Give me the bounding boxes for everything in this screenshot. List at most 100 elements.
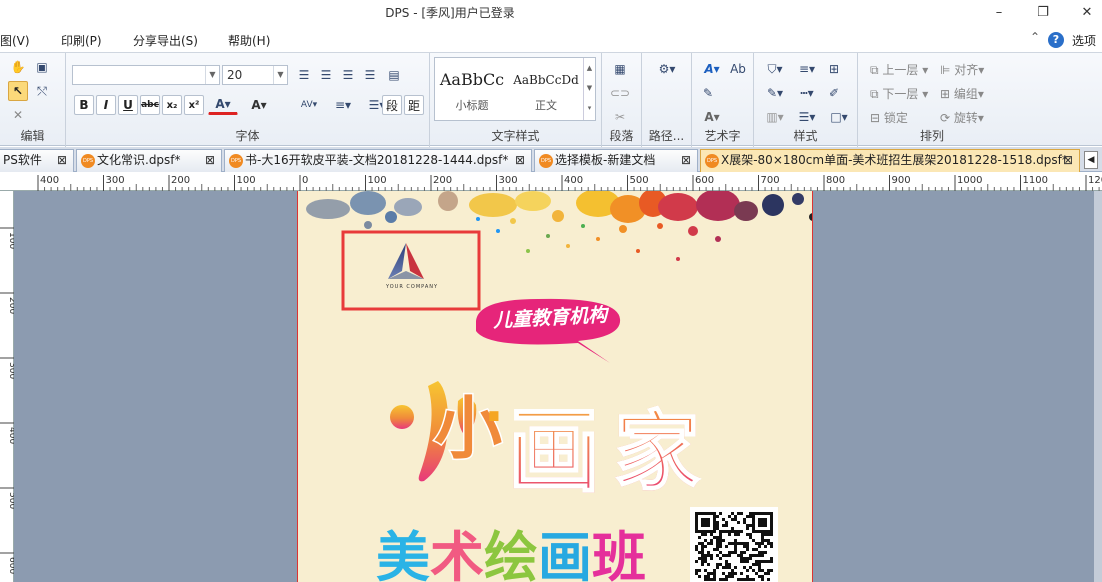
subscript-button[interactable]: x₂ [162,95,182,115]
tab-culture[interactable]: DPS 文化常识.dpsf* ⊠ [76,149,222,172]
hand-tool-icon[interactable]: ✋ [8,57,28,77]
stroke-icon[interactable]: ✎▾ [760,83,790,103]
menu-help[interactable]: 帮助(H) [228,32,270,49]
font-color-icon[interactable]: A▾ [208,95,238,115]
spacing-box-icon[interactable]: 距 [404,95,424,115]
pick-icon[interactable]: ✐ [824,83,844,103]
rotate-button[interactable]: ⟳ 旋转▾ [940,109,984,126]
group-edit: ✋ ▣ ↖ ⤲ ✕ 编辑 [0,53,66,147]
restore-button[interactable]: ❐ [1032,3,1054,23]
format-icon[interactable]: ⊞ [824,59,844,79]
qr-module [731,530,734,533]
tab-display-rack[interactable]: DPS X展架-80×180cm单面-美术班招生展架20181228-1518.d… [700,149,1080,172]
style-item-subtitle[interactable]: AaBbCc 小标题 [435,58,509,120]
unlink-icon[interactable]: ✂ [610,107,630,127]
options-menu[interactable]: 选项 [1072,32,1096,49]
art-text-icon[interactable]: A▾ [698,59,726,79]
image-tool-icon[interactable]: ▣ [32,57,52,77]
tab-close-icon[interactable]: ⊠ [1063,150,1073,171]
node-tool-icon[interactable]: ⤲ [32,81,52,101]
paragraph-icon[interactable]: ▦ [610,59,630,79]
tab-scroll-left-icon[interactable]: ◀ [1084,151,1098,169]
select-tool-icon[interactable]: ↖ [8,81,28,101]
qr-module [713,569,716,572]
qr-module [764,572,767,575]
align-center-icon[interactable]: ☰ [316,65,336,85]
horizontal-ruler[interactable]: 400 300 200 100 0 100 200 300 400 500 600 700 800 900… [0,173,1102,191]
line-style-icon[interactable]: ≡▾ [792,59,822,79]
tab-close-icon[interactable]: ⊠ [205,150,215,171]
justify-icon[interactable]: ☰ [360,65,380,85]
align-button[interactable]: ⊫ 对齐▾ [940,61,984,78]
qr-module [704,557,707,560]
tab-close-icon[interactable]: ⊠ [57,150,67,171]
strikethrough-button[interactable]: abc [140,95,160,115]
char-spacing-icon[interactable]: AV▾ [294,95,324,115]
style-scroll[interactable]: ▲ ▼ ▾ [583,58,595,120]
style-item-body[interactable]: AaBbCcDd 正文 [509,58,583,120]
ruler-label: 100 [237,175,256,186]
vertical-text-icon[interactable]: Ab [728,59,748,79]
qr-module [713,575,716,578]
qr-module [704,578,707,581]
line-spacing-icon[interactable]: ≡▾ [328,95,358,115]
menu-print[interactable]: 印刷(P) [61,32,102,49]
qr-module [746,527,749,530]
art-style-icon[interactable]: ✎ [698,83,718,103]
ruler-label: 600 [695,175,714,186]
highlight-icon[interactable]: A▾ [244,95,274,115]
group-button[interactable]: ⊞ 编组▾ [940,85,984,102]
path-gear-icon[interactable]: ⚙▾ [652,59,682,79]
font-size-select[interactable]: 20 ▼ [222,65,288,85]
vertical-scrollbar[interactable] [1094,191,1102,582]
tab-template[interactable]: DPS 选择模板-新建文档 ⊠ [534,149,698,172]
poster-page[interactable]: YOUR COMPANY 儿童教育机构 小 · 画 家 美术绘画班 [297,191,813,582]
qr-module [737,554,740,557]
send-backward-button[interactable]: ⧉ 下一层 ▾ [870,85,928,102]
qr-finder [758,518,767,527]
qr-module [719,536,722,539]
font-name-select[interactable]: ▼ [72,65,220,85]
align-right-icon[interactable]: ☰ [338,65,358,85]
tab-close-icon[interactable]: ⊠ [681,150,691,171]
qr-module [716,521,719,524]
tab-ps-software[interactable]: PS软件 ⊠ [0,149,74,172]
bold-button[interactable]: B [74,95,94,115]
minimize-button[interactable]: – [988,3,1010,23]
qr-module [743,545,746,548]
ruler-label: 500 [7,492,14,509]
vertical-ruler[interactable]: 100 200 300 400 500 600 [0,191,17,582]
paragraph-box-icon[interactable]: 段 [382,95,402,115]
box-icon[interactable]: □▾ [824,107,854,127]
qr-module [770,569,773,572]
fill-icon[interactable]: ⛉▾ [760,59,790,79]
tab-book[interactable]: DPS 书-大16开软皮平装-文档20181228-1444.dpsf* ⊠ [224,149,532,172]
qr-module [719,512,722,515]
distribute-icon[interactable]: ▤ [384,65,404,85]
qr-module [737,578,740,581]
menu-view[interactable]: 图(V) [0,32,30,49]
align-left-icon[interactable]: ☰ [294,65,314,85]
weight-icon[interactable]: ☰▾ [792,107,822,127]
tab-close-icon[interactable]: ⊠ [515,150,525,171]
italic-button[interactable]: I [96,95,116,115]
qr-module [719,551,722,554]
delete-icon[interactable]: ✕ [8,105,28,125]
underline-button[interactable]: U [118,95,138,115]
headline-char-2: 画 [507,377,601,510]
qr-module [722,530,725,533]
help-icon[interactable]: ? [1048,32,1064,48]
close-button[interactable]: ✕ [1076,3,1098,23]
dash-icon[interactable]: ┅▾ [792,83,822,103]
lock-button[interactable]: ⊟ 锁定 [870,109,908,126]
art-effect-icon[interactable]: A▾ [698,107,726,127]
link-icon[interactable]: ⊂⊃ [610,83,630,103]
superscript-button[interactable]: x² [184,95,204,115]
collapse-ribbon-icon[interactable]: ⌃ [1030,30,1040,44]
style-gallery: AaBbCc 小标题 AaBbCcDd 正文 ▲ ▼ ▾ [434,57,596,121]
qr-module [764,539,767,542]
qr-module [764,533,767,536]
shadow-icon[interactable]: ▥▾ [760,107,790,127]
bring-forward-button[interactable]: ⧉ 上一层 ▾ [870,61,928,78]
menu-share-export[interactable]: 分享导出(S) [133,32,198,49]
